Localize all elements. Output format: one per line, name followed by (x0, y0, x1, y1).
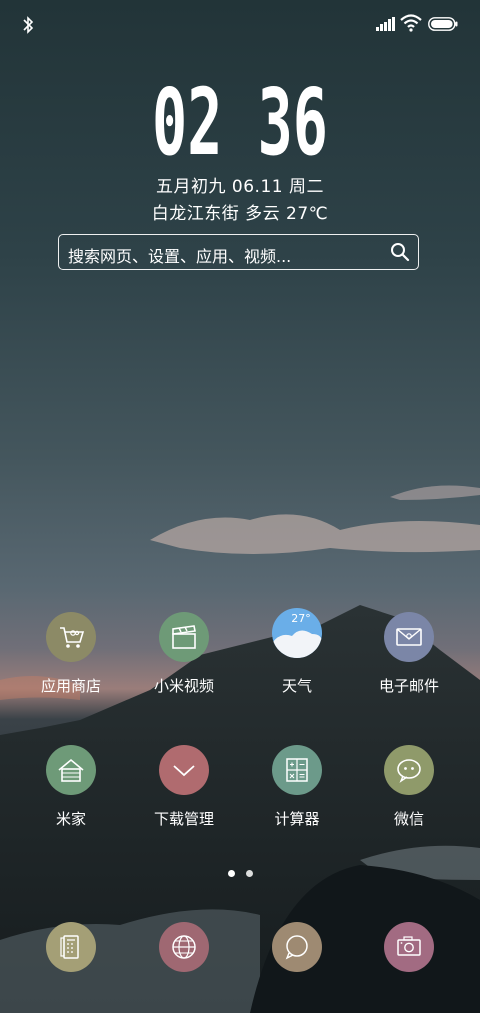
chat-bubble-icon[interactable] (384, 745, 434, 795)
mail-icon[interactable] (384, 612, 434, 662)
page-dot[interactable] (246, 870, 253, 877)
time-text: 02 36 (152, 76, 328, 162)
signal-icon (376, 17, 395, 31)
app-downloads[interactable]: 下载管理 (129, 745, 239, 829)
weather-text[interactable]: 白龙江东街 多云 27℃ (0, 199, 480, 224)
wifi-icon (400, 14, 422, 32)
app-label: 应用商店 (40, 677, 101, 695)
app-label: 计算器 (274, 810, 320, 828)
dock-messages[interactable] (242, 922, 352, 972)
search-icon[interactable] (390, 242, 410, 262)
app-weather[interactable]: 27° 天气 (242, 608, 352, 696)
app-label: 小米视频 (153, 677, 214, 695)
dock-browser[interactable] (129, 922, 239, 972)
page-dot[interactable] (228, 870, 235, 877)
house-icon[interactable] (46, 745, 96, 795)
phone-icon[interactable] (46, 922, 96, 972)
clock-widget[interactable]: 02 36 (0, 76, 480, 162)
search-placeholder: 搜索网页、设置、应用、视频... (68, 247, 292, 266)
app-label: 电子邮件 (378, 677, 439, 695)
weather-icon[interactable]: 27° (272, 608, 322, 658)
chevron-down-icon[interactable] (159, 745, 209, 795)
dock-phone[interactable] (16, 922, 126, 972)
app-label: 米家 (55, 810, 86, 828)
date-text: 五月初九 06.11 周二 (156, 177, 324, 197)
app-app-store[interactable]: 应用商店 (16, 612, 126, 696)
weather-badge: 27° (291, 612, 311, 625)
app-label: 天气 (281, 677, 312, 695)
page-indicator[interactable] (222, 870, 258, 880)
dock-camera[interactable] (354, 922, 464, 972)
app-calculator[interactable]: 计算器 (242, 745, 352, 829)
app-mijia[interactable]: 米家 (16, 745, 126, 829)
search-bar[interactable]: 搜索网页、设置、应用、视频... (58, 234, 419, 270)
bluetooth-icon (23, 16, 34, 34)
cart-icon[interactable] (46, 612, 96, 662)
calculator-icon[interactable] (272, 745, 322, 795)
app-mi-video[interactable]: 小米视频 (129, 612, 239, 696)
app-label: 下载管理 (153, 810, 214, 828)
status-bar (0, 0, 480, 50)
battery-icon (428, 17, 458, 31)
time-display: 02 36 (152, 76, 328, 162)
camera-icon[interactable] (384, 922, 434, 972)
app-label: 微信 (393, 810, 424, 828)
app-email[interactable]: 电子邮件 (354, 612, 464, 696)
globe-icon[interactable] (159, 922, 209, 972)
message-icon[interactable] (272, 922, 322, 972)
clapperboard-icon[interactable] (159, 612, 209, 662)
app-wechat[interactable]: 微信 (354, 745, 464, 829)
